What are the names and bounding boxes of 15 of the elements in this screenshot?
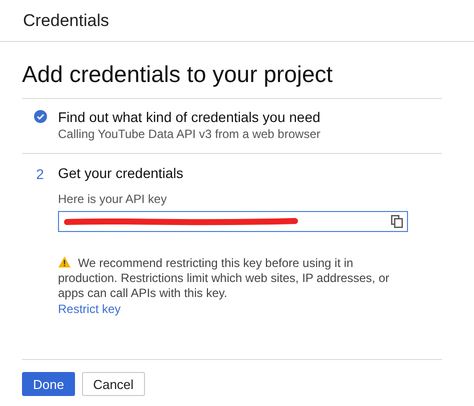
step-subtitle: Calling YouTube Data API v3 from a web browser (58, 126, 322, 142)
step-number: 2 (36, 166, 44, 182)
api-key-field[interactable] (58, 211, 408, 232)
restrict-key-link[interactable]: Restrict key (58, 301, 121, 317)
checkmark-icon (34, 110, 46, 123)
step-title: Find out what kind of credentials you need (58, 108, 322, 126)
page-header-title: Credentials (23, 10, 109, 30)
field-label: Here is your API key (58, 191, 168, 207)
copy-icon[interactable] (391, 215, 403, 228)
step-title: Get your credentials (58, 164, 184, 182)
primary-button[interactable]: Done (22, 372, 76, 396)
page-title: Add credentials to your project (22, 61, 442, 99)
warning-icon (58, 256, 71, 268)
secondary-button[interactable]: Cancel (82, 372, 145, 396)
warning-text: We recommend restricting this key before using it in production. Restrictions limit which web sites, IP addresses, or apps can call APIs with this key. (58, 256, 390, 301)
